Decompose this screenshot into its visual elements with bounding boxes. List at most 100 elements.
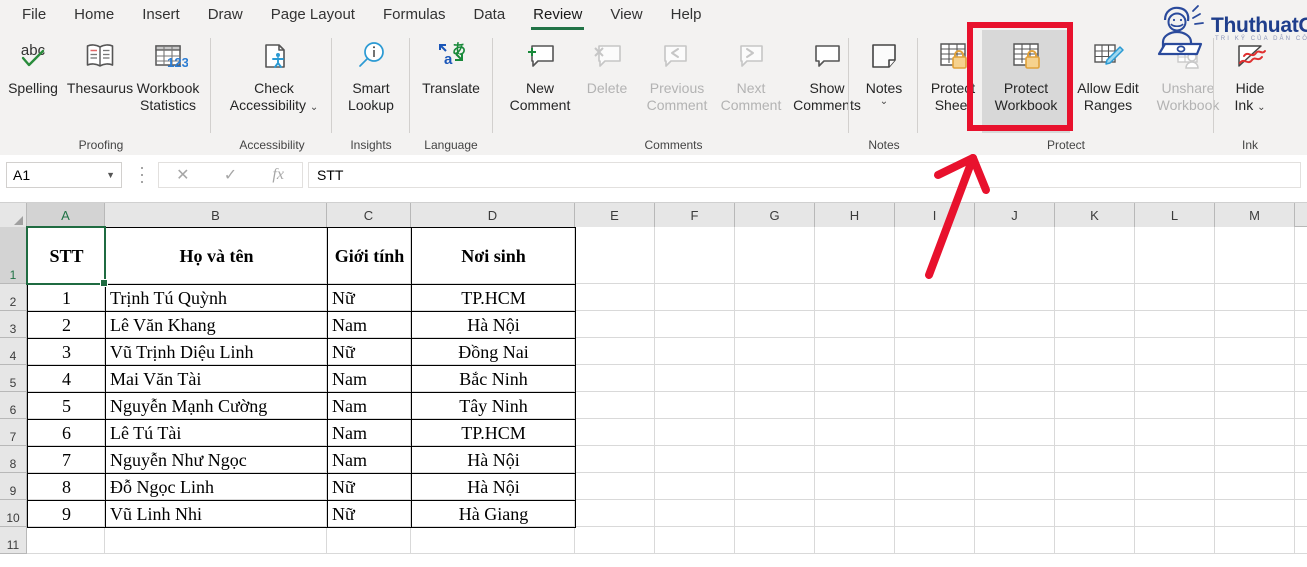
insert-function-icon[interactable]: fx (254, 163, 302, 187)
cell-j8[interactable] (975, 446, 1055, 472)
formula-bar-handle[interactable] (140, 167, 144, 183)
cell-d11[interactable] (411, 527, 575, 553)
cell-g9[interactable] (735, 473, 815, 499)
cell-e10[interactable] (575, 500, 655, 526)
cell-g5[interactable] (735, 365, 815, 391)
cell-h11[interactable] (815, 527, 895, 553)
cell-h10[interactable] (815, 500, 895, 526)
column-header-l[interactable]: L (1135, 203, 1215, 227)
cell-l4[interactable] (1135, 338, 1215, 364)
cell-g10[interactable] (735, 500, 815, 526)
cell-e6[interactable] (575, 392, 655, 418)
cell-i1[interactable] (895, 227, 975, 283)
cell-f8[interactable] (655, 446, 735, 472)
cell-i8[interactable] (895, 446, 975, 472)
table-cell-birthplace[interactable]: Đồng Nai (412, 339, 576, 366)
cell-i11[interactable] (895, 527, 975, 553)
cell-e8[interactable] (575, 446, 655, 472)
cell-m5[interactable] (1215, 365, 1295, 391)
workbook-statistics-button[interactable]: 123 Workbook Statistics (136, 30, 200, 114)
table-cell-name[interactable]: Vũ Trịnh Diệu Linh (106, 339, 328, 366)
cell-m11[interactable] (1215, 527, 1295, 553)
cell-k5[interactable] (1055, 365, 1135, 391)
cell-i9[interactable] (895, 473, 975, 499)
cell-k8[interactable] (1055, 446, 1135, 472)
table-cell-gender[interactable]: Nữ (328, 474, 412, 501)
table-header-name[interactable]: Họ và tên (106, 228, 328, 285)
allow-edit-ranges-button[interactable]: Allow Edit Ranges (1070, 30, 1146, 114)
table-cell-name[interactable]: Mai Văn Tài (106, 366, 328, 393)
cell-g6[interactable] (735, 392, 815, 418)
column-header-j[interactable]: J (975, 203, 1055, 227)
cell-i2[interactable] (895, 284, 975, 310)
column-header-a[interactable]: A (27, 203, 105, 227)
cell-f10[interactable] (655, 500, 735, 526)
cell-k2[interactable] (1055, 284, 1135, 310)
column-header-f[interactable]: F (655, 203, 735, 227)
cell-j10[interactable] (975, 500, 1055, 526)
cell-k10[interactable] (1055, 500, 1135, 526)
cell-h4[interactable] (815, 338, 895, 364)
cell-j5[interactable] (975, 365, 1055, 391)
table-cell-stt[interactable]: 2 (28, 312, 106, 339)
formula-input[interactable]: STT (308, 162, 1301, 188)
cell-e3[interactable] (575, 311, 655, 337)
cell-e11[interactable] (575, 527, 655, 553)
tab-page-layout[interactable]: Page Layout (257, 2, 369, 29)
row-header-10[interactable]: 10 (0, 500, 27, 527)
tab-draw[interactable]: Draw (194, 2, 257, 29)
cell-f3[interactable] (655, 311, 735, 337)
notes-button[interactable]: Notes ⌄ (857, 30, 911, 107)
cell-f6[interactable] (655, 392, 735, 418)
row-header-8[interactable]: 8 (0, 446, 27, 473)
row-header-11[interactable]: 11 (0, 527, 27, 554)
cell-m9[interactable] (1215, 473, 1295, 499)
column-header-e[interactable]: E (575, 203, 655, 227)
name-box-dropdown-icon[interactable]: ▼ (106, 170, 115, 180)
hide-ink-button[interactable]: Hide Ink ⌄ (1223, 30, 1277, 114)
table-cell-gender[interactable]: Nữ (328, 339, 412, 366)
cell-h6[interactable] (815, 392, 895, 418)
cell-g11[interactable] (735, 527, 815, 553)
row-header-4[interactable]: 4 (0, 338, 27, 365)
table-cell-name[interactable]: Lê Văn Khang (106, 312, 328, 339)
cell-f1[interactable] (655, 227, 735, 283)
cell-f9[interactable] (655, 473, 735, 499)
protect-workbook-button[interactable]: Protect Workbook (982, 30, 1070, 133)
cell-h7[interactable] (815, 419, 895, 445)
cell-f4[interactable] (655, 338, 735, 364)
table-cell-birthplace[interactable]: Hà Nội (412, 312, 576, 339)
column-header-b[interactable]: B (105, 203, 327, 227)
spelling-button[interactable]: abc Spelling (2, 30, 64, 97)
column-header-k[interactable]: K (1055, 203, 1135, 227)
cell-g1[interactable] (735, 227, 815, 283)
table-cell-birthplace[interactable]: Hà Giang (412, 501, 576, 528)
cell-e2[interactable] (575, 284, 655, 310)
cell-i4[interactable] (895, 338, 975, 364)
cell-j7[interactable] (975, 419, 1055, 445)
column-header-i[interactable]: I (895, 203, 975, 227)
cell-m8[interactable] (1215, 446, 1295, 472)
tab-formulas[interactable]: Formulas (369, 2, 460, 29)
column-header-c[interactable]: C (327, 203, 411, 227)
cancel-icon[interactable]: ✕ (159, 163, 207, 187)
cell-l10[interactable] (1135, 500, 1215, 526)
table-cell-name[interactable]: Trịnh Tú Quỳnh (106, 285, 328, 312)
table-cell-birthplace[interactable]: Bắc Ninh (412, 366, 576, 393)
table-cell-birthplace[interactable]: Tây Ninh (412, 393, 576, 420)
cell-k4[interactable] (1055, 338, 1135, 364)
cell-h9[interactable] (815, 473, 895, 499)
table-header-stt[interactable]: STT (28, 228, 106, 285)
cell-c11[interactable] (327, 527, 411, 553)
cell-l2[interactable] (1135, 284, 1215, 310)
row-header-2[interactable]: 2 (0, 284, 27, 311)
table-cell-stt[interactable]: 3 (28, 339, 106, 366)
cell-h8[interactable] (815, 446, 895, 472)
table-cell-stt[interactable]: 5 (28, 393, 106, 420)
cell-i10[interactable] (895, 500, 975, 526)
translate-button[interactable]: a あ Translate (419, 30, 483, 97)
tab-review[interactable]: Review (519, 2, 596, 30)
cell-g3[interactable] (735, 311, 815, 337)
cell-m10[interactable] (1215, 500, 1295, 526)
cell-j2[interactable] (975, 284, 1055, 310)
